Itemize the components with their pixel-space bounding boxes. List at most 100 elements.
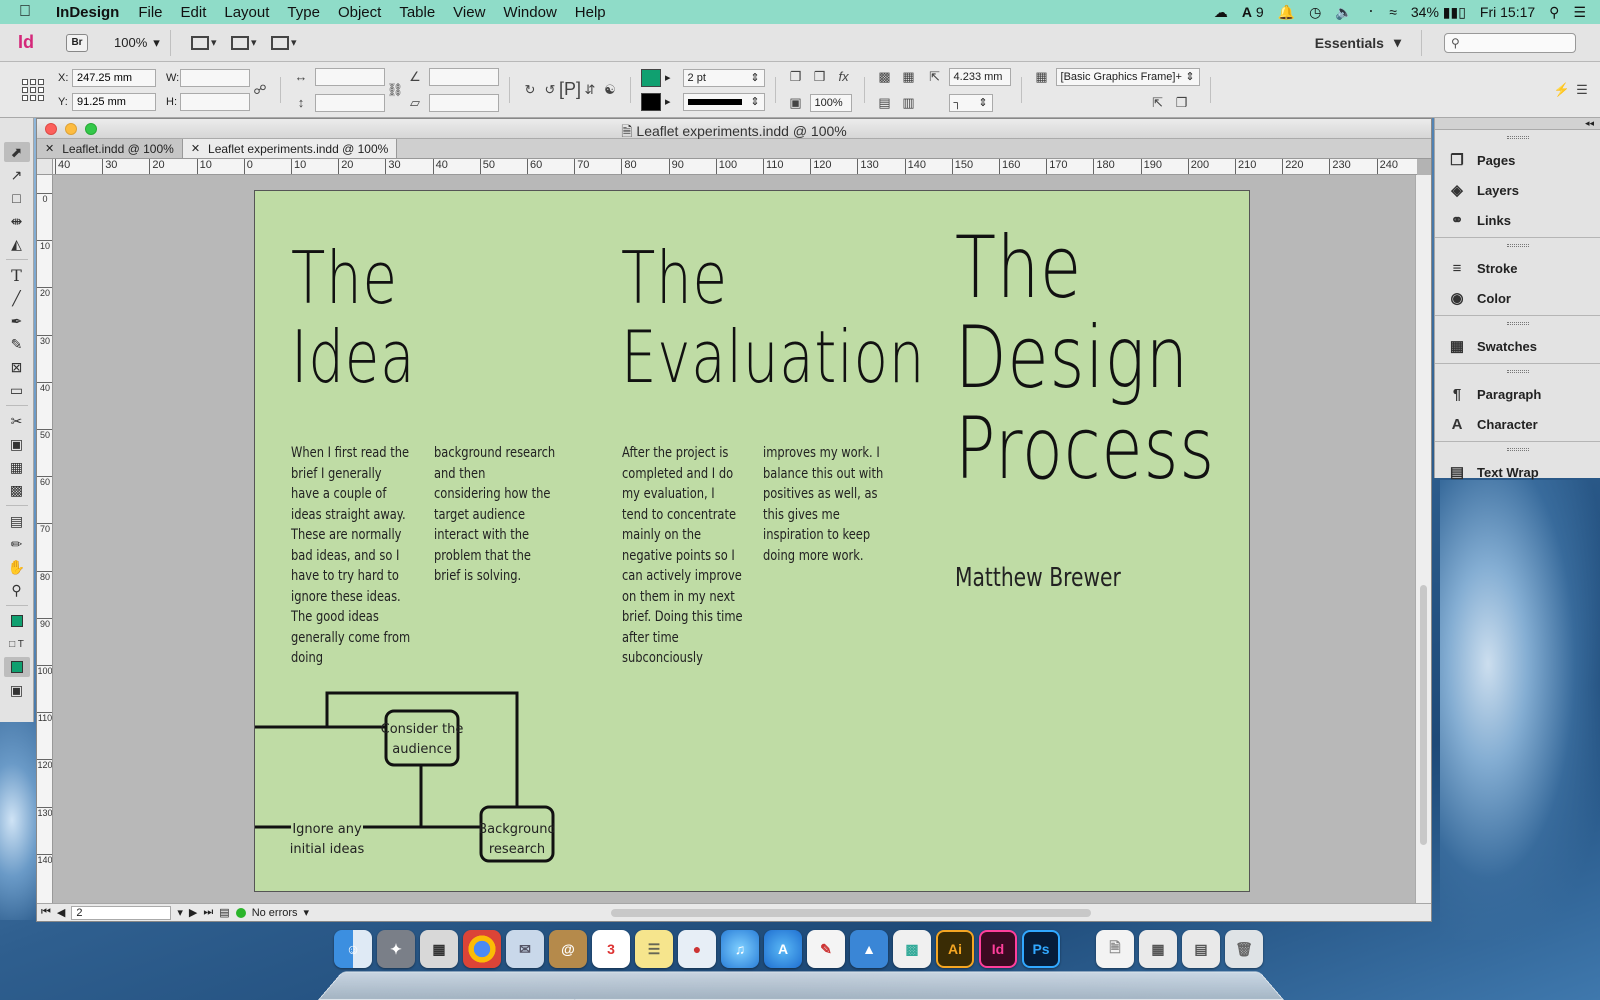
line-tool-icon[interactable]: ╱ [4, 288, 30, 308]
selection-tool-icon[interactable]: ⬈ [3, 142, 30, 162]
design-process-heading[interactable]: The Design Process [955, 223, 1215, 494]
menu-file[interactable]: File [129, 4, 171, 21]
idea-heading[interactable]: The Idea [291, 238, 415, 397]
menu-edit[interactable]: Edit [172, 4, 216, 21]
menu-help[interactable]: Help [566, 4, 615, 21]
rotate-clockwise-icon[interactable]: ↻ [520, 80, 540, 100]
open-document-icon[interactable]: ▤ [219, 906, 229, 919]
prev-page-icon[interactable]: ◀ [57, 906, 65, 919]
panel-grip[interactable] [1506, 244, 1529, 247]
content-collector-icon[interactable]: ◭ [4, 234, 30, 254]
process-diagram[interactable]: Consider the audience Ignore any initial… [255, 687, 565, 892]
illustrator-icon[interactable]: Ai [936, 930, 974, 968]
notification-icon[interactable]: 🔔 [1278, 4, 1295, 21]
keynote-icon[interactable]: ▲ [850, 930, 888, 968]
evaluation-text-column-1[interactable]: After the project is completed and I do … [622, 443, 743, 669]
fit-frame-icon[interactable]: ▦ [899, 67, 919, 87]
flip-horizontal-icon[interactable]: ⇵ [580, 80, 600, 100]
gap-tool-icon[interactable]: ⇼ [4, 211, 30, 231]
reference-point-icon[interactable] [22, 78, 44, 101]
launchpad-icon[interactable]: ✦ [377, 930, 415, 968]
scroll-thumb[interactable] [1420, 585, 1427, 845]
fill-stroke-proxy-icon[interactable] [4, 611, 30, 631]
scale-y-input[interactable] [315, 93, 385, 112]
fit-content-icon[interactable]: ▩ [875, 67, 895, 87]
finder-icon[interactable]: ☺ [334, 930, 372, 968]
formatting-affects-icon[interactable]: □ T [4, 634, 30, 654]
idea-text-column-2[interactable]: background research and then considering… [434, 443, 555, 587]
panel-grip[interactable] [1506, 448, 1529, 451]
stroke-weight-field[interactable]: 2 pt ⇕ [682, 68, 765, 87]
free-transform-tool-icon[interactable]: ▣ [4, 434, 30, 454]
menu-object[interactable]: Object [329, 4, 390, 21]
numbers-icon[interactable]: ▩ [893, 930, 931, 968]
type-tool-icon[interactable]: T [4, 265, 30, 285]
page-number-field[interactable]: 2 [71, 905, 172, 920]
clock[interactable]: Fri 15:17 [1480, 4, 1535, 20]
pasteboard[interactable]: The Idea When I first read the brief I g… [53, 175, 1417, 905]
stroke-type-dropdown[interactable]: ⇕ [682, 92, 765, 111]
pdf-document-icon[interactable]: 🗎 [1096, 930, 1134, 968]
pen-tool-icon[interactable]: ✒ [4, 311, 30, 331]
rotation-input[interactable] [429, 67, 499, 86]
panel-grip[interactable] [1506, 370, 1529, 373]
notification-center-icon[interactable]: ☰ [1573, 4, 1586, 21]
screen-mode-icon[interactable]: ▣ [4, 680, 30, 700]
note-tool-icon[interactable]: ▤ [4, 511, 30, 531]
volume-icon[interactable]: 🔈 [1335, 4, 1352, 21]
stroke-menu-arrow-icon[interactable]: ▸ [665, 95, 671, 108]
document-page[interactable]: The Idea When I first read the brief I g… [254, 190, 1250, 892]
fx-icon[interactable]: fx [834, 67, 854, 87]
author-name[interactable]: Matthew Brewer [955, 563, 1121, 593]
scale-x-input[interactable] [315, 67, 385, 86]
constrain-proportions-icon[interactable]: ☍ [250, 80, 270, 100]
panel-text-wrap[interactable]: ▤ Text Wrap [1435, 457, 1600, 487]
arrange-documents-button[interactable]: ▾ [267, 33, 301, 53]
select-container-icon[interactable]: ☯ [600, 80, 620, 100]
zoom-dropdown[interactable]: 100% ▾ [114, 35, 160, 51]
spreadsheet-stack-icon[interactable]: ▦ [1139, 930, 1177, 968]
rectangle-frame-tool-icon[interactable]: ⊠ [4, 357, 30, 377]
bluetooth-icon[interactable]: ᛫ [1367, 4, 1375, 20]
page-tool-icon[interactable]: □ [4, 188, 30, 208]
idea-text-column-1[interactable]: When I first read the brief I generally … [291, 443, 412, 669]
gradient-swatch-tool-icon[interactable]: ▦ [4, 457, 30, 477]
reminders-icon[interactable]: ● [678, 930, 716, 968]
panel-swatches[interactable]: ▦ Swatches [1435, 331, 1600, 361]
panel-grip[interactable] [1506, 136, 1529, 139]
height-input[interactable] [180, 92, 250, 111]
apply-color-icon[interactable] [3, 657, 30, 677]
apple-icon[interactable]:  [0, 3, 50, 21]
panel-grip[interactable] [1506, 322, 1529, 325]
fill-menu-arrow-icon[interactable]: ▸ [665, 71, 671, 84]
preflight-menu-icon[interactable]: ▾ [304, 906, 310, 919]
y-position-input[interactable] [72, 92, 156, 111]
evaluation-text-column-2[interactable]: improves my work. I balance this out wit… [763, 443, 884, 566]
menu-type[interactable]: Type [278, 4, 329, 21]
shear-input[interactable] [429, 93, 499, 112]
eyedropper-tool-icon[interactable]: ✏ [4, 534, 30, 554]
fill-swatch[interactable] [641, 68, 661, 87]
preflight-status[interactable]: No errors [252, 907, 298, 919]
panel-stroke[interactable]: ≡ Stroke [1435, 253, 1600, 283]
adobe-updates[interactable]: A 9 [1242, 4, 1264, 20]
panel-menu-icon[interactable]: ☰ [1572, 80, 1592, 100]
corner-shape-dropdown[interactable]: ┐ ⇕ [948, 93, 993, 112]
mail-icon[interactable]: ✉ [506, 930, 544, 968]
app-menu[interactable]: InDesign [50, 4, 129, 21]
zoom-tool-icon[interactable]: ⚲ [4, 580, 30, 600]
panel-pages[interactable]: ❐ Pages [1435, 145, 1600, 175]
hand-tool-icon[interactable]: ✋ [4, 557, 30, 577]
menu-view[interactable]: View [444, 4, 494, 21]
quick-apply-icon[interactable]: ⚡ [1552, 80, 1572, 100]
itunes-icon[interactable]: ♫ [721, 930, 759, 968]
shadow-toggle-icon[interactable]: ❒ [810, 67, 830, 87]
style-override-icon[interactable]: ❐ [1172, 93, 1192, 113]
spotlight-icon[interactable]: ⚲ [1549, 4, 1559, 21]
stroke-swatch[interactable] [641, 92, 661, 111]
time-machine-icon[interactable]: ◷ [1309, 4, 1321, 21]
evaluation-heading[interactable]: The Evaluation [621, 238, 925, 397]
gradient-feather-tool-icon[interactable]: ▩ [4, 480, 30, 500]
view-options-button[interactable]: ▾ [187, 33, 221, 53]
ruler-origin[interactable] [37, 159, 53, 175]
